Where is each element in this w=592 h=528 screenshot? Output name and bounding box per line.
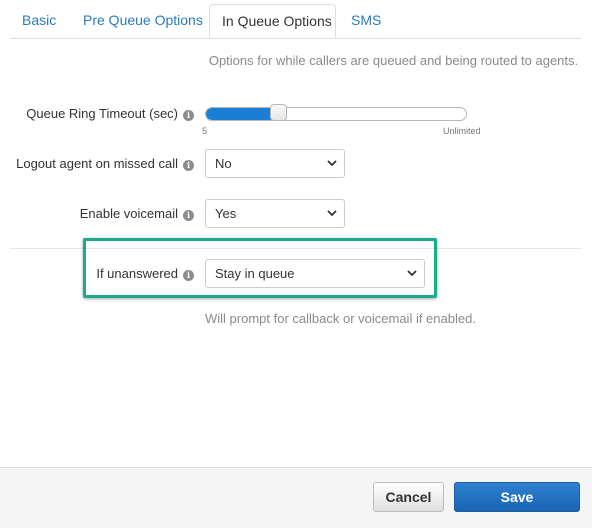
logout-agent-select[interactable]: No: [205, 149, 345, 178]
enable-voicemail-label-row: Enable voicemail i: [80, 206, 194, 221]
if-unanswered-help: Will prompt for callback or voicemail if…: [205, 311, 476, 326]
slider-max-label: Unlimited: [443, 126, 481, 136]
if-unanswered-label: If unanswered: [96, 266, 178, 281]
enable-voicemail-select[interactable]: Yes: [205, 199, 345, 228]
queue-ring-timeout-slider[interactable]: [205, 107, 467, 121]
queue-ring-timeout-label-row: Queue Ring Timeout (sec) i: [26, 106, 194, 121]
enable-voicemail-label: Enable voicemail: [79, 206, 178, 221]
chevron-down-icon: [407, 270, 417, 277]
if-unanswered-label-row: If unanswered i: [96, 266, 194, 281]
logout-agent-label: Logout agent on missed call: [16, 156, 178, 171]
cancel-button[interactable]: Cancel: [373, 482, 444, 512]
queue-ring-timeout-label: Queue Ring Timeout (sec): [26, 106, 178, 121]
if-unanswered-value: Stay in queue: [215, 266, 295, 281]
save-button[interactable]: Save: [454, 482, 580, 512]
tab-sms[interactable]: SMS: [351, 4, 381, 37]
info-icon[interactable]: i: [183, 110, 194, 121]
section-description: Options for while callers are queued and…: [208, 53, 579, 68]
tab-basic[interactable]: Basic: [22, 4, 56, 37]
info-icon[interactable]: i: [183, 210, 194, 221]
logout-agent-value: No: [215, 156, 232, 171]
tab-bar: Basic Pre Queue Options In Queue Options…: [10, 4, 581, 39]
enable-voicemail-value: Yes: [215, 206, 237, 221]
slider-handle[interactable]: [270, 104, 287, 121]
logout-agent-label-row: Logout agent on missed call i: [16, 156, 194, 171]
chevron-down-icon: [327, 210, 337, 217]
if-unanswered-select[interactable]: Stay in queue: [205, 259, 425, 288]
tab-in-queue-options[interactable]: In Queue Options: [209, 4, 336, 38]
info-icon[interactable]: i: [183, 270, 194, 281]
chevron-down-icon: [327, 160, 337, 167]
slider-fill: [206, 108, 279, 120]
tab-pre-queue-options[interactable]: Pre Queue Options: [83, 4, 203, 37]
info-icon[interactable]: i: [183, 160, 194, 171]
slider-min-label: 5: [202, 126, 208, 136]
